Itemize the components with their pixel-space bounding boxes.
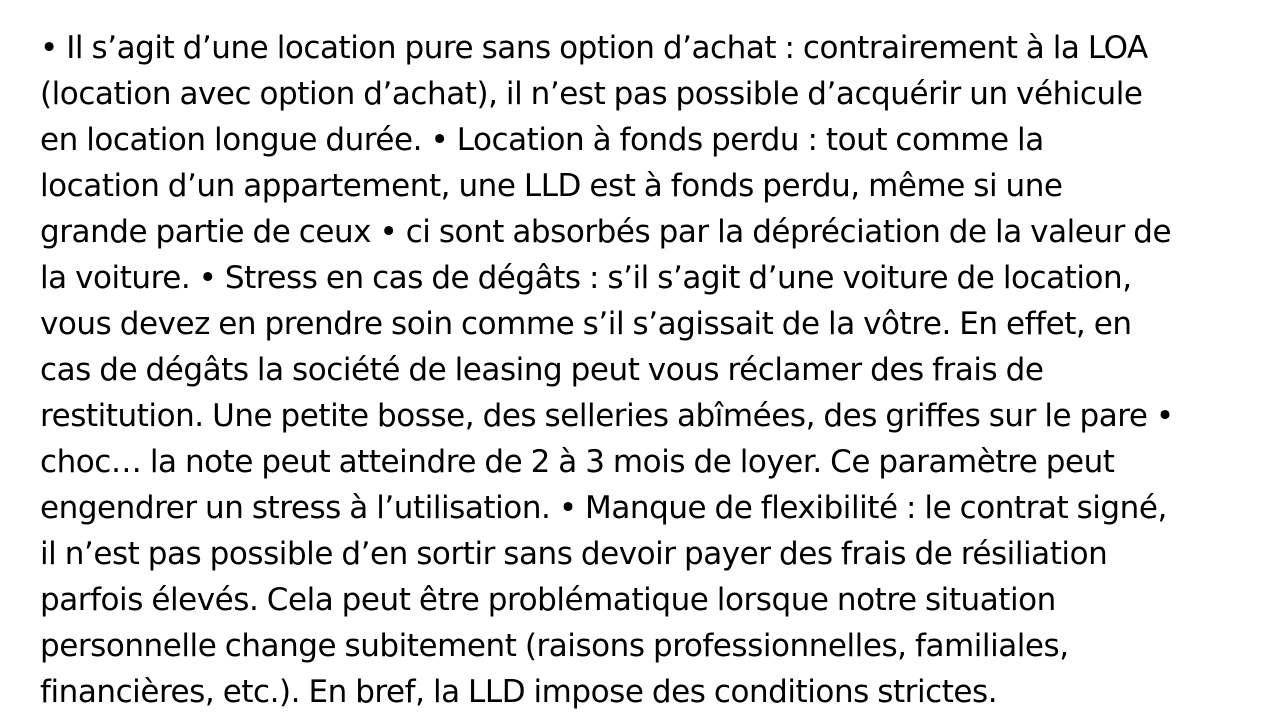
text-line: • Il s’agit d’une location pure sans opt…: [40, 30, 1148, 66]
text-line: restitution. Une petite bosse, des selle…: [40, 398, 1174, 434]
text-line: choc… la note peut atteindre de 2 à 3 mo…: [40, 444, 1115, 480]
text-line: en location longue durée. • Location à f…: [40, 122, 1044, 158]
text-line: location d’un appartement, une LLD est à…: [40, 168, 1063, 204]
text-line: cas de dégâts la société de leasing peut…: [40, 352, 1044, 388]
text-line: il n’est pas possible d’en sortir sans d…: [40, 536, 1108, 572]
text-line: financières, etc.). En bref, la LLD impo…: [40, 674, 998, 710]
text-line: la voiture. • Stress en cas de dégâts : …: [40, 260, 1132, 296]
text-line: grande partie de ceux • ci sont absorbés…: [40, 214, 1172, 250]
text-line: (location avec option d’achat), il n’est…: [40, 76, 1143, 112]
text-line: parfois élevés. Cela peut être problémat…: [40, 582, 1056, 618]
document-page: • Il s’agit d’une location pure sans opt…: [0, 0, 1280, 720]
text-line: engendrer un stress à l’utilisation. • M…: [40, 490, 1167, 526]
text-line: vous devez en prendre soin comme s’il s’…: [40, 306, 1132, 342]
text-line: personnelle change subitement (raisons p…: [40, 628, 1069, 664]
